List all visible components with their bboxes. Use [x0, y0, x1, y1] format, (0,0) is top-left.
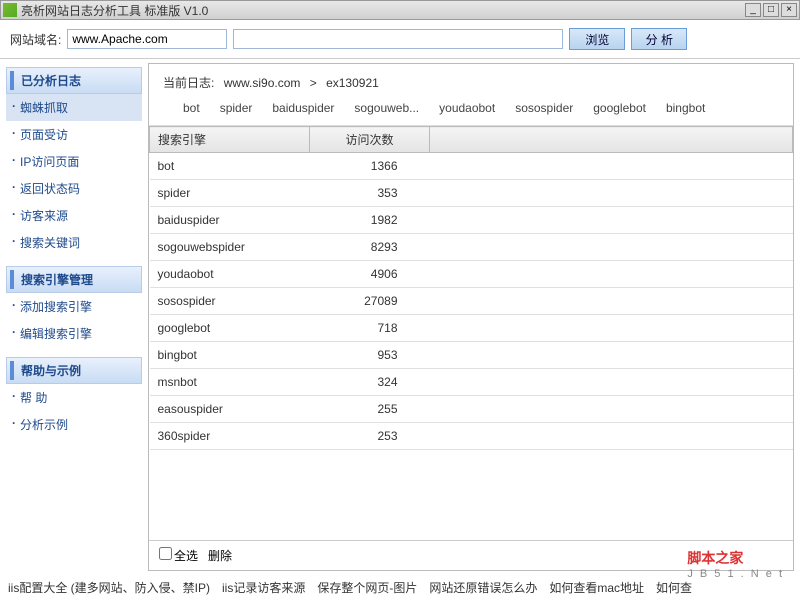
count-cell: 1366: [310, 153, 430, 180]
app-icon: [3, 3, 17, 17]
bot-filter-row: bot spider baiduspider sogouweb... youdaobot…: [163, 101, 779, 115]
titlebar: 亮析网站日志分析工具 标准版 V1.0 _ □ ×: [0, 0, 800, 20]
column-header[interactable]: 搜索引擎: [150, 127, 310, 153]
minimize-button[interactable]: _: [745, 3, 761, 17]
engine-cell: baiduspider: [150, 207, 310, 234]
table-row[interactable]: googlebot718: [150, 315, 793, 342]
column-header[interactable]: [430, 127, 793, 153]
count-cell: 1982: [310, 207, 430, 234]
table-row[interactable]: msnbot324: [150, 369, 793, 396]
bot-filter[interactable]: bingbot: [666, 101, 705, 115]
engine-cell: easouspider: [150, 396, 310, 423]
count-cell: 255: [310, 396, 430, 423]
breadcrumb-sep: >: [310, 76, 317, 90]
current-log-file: ex130921: [326, 76, 379, 90]
sidebar-item[interactable]: 添加搜索引擎: [6, 293, 142, 320]
engine-cell: bingbot: [150, 342, 310, 369]
browse-button[interactable]: 浏览: [569, 28, 625, 50]
count-cell: 353: [310, 180, 430, 207]
footer-link[interactable]: iis记录访客来源: [222, 579, 305, 596]
sidebar-item[interactable]: 页面受访: [6, 121, 142, 148]
engine-cell: sogouwebspider: [150, 234, 310, 261]
bottom-links: iis配置大全 (建多网站、防入侵、禁IP) iis记录访客来源保存整个网页-图片…: [8, 579, 792, 596]
footer-link[interactable]: 保存整个网页-图片: [317, 579, 417, 596]
footer-link[interactable]: 网站还原错误怎么办: [429, 579, 537, 596]
engine-cell: spider: [150, 180, 310, 207]
domain-label: 网站域名:: [10, 31, 61, 48]
sidebar-item[interactable]: 访客来源: [6, 202, 142, 229]
count-cell: 8293: [310, 234, 430, 261]
column-header[interactable]: 访问次数: [310, 127, 430, 153]
bot-filter[interactable]: sogouweb...: [354, 101, 419, 115]
sidebar-item[interactable]: 分析示例: [6, 411, 142, 438]
sidebar-section-header[interactable]: 帮助与示例: [6, 357, 142, 384]
sidebar-item[interactable]: IP访问页面: [6, 148, 142, 175]
table-row[interactable]: easouspider255: [150, 396, 793, 423]
window-title: 亮析网站日志分析工具 标准版 V1.0: [21, 2, 743, 19]
count-cell: 718: [310, 315, 430, 342]
count-cell: 324: [310, 369, 430, 396]
content-header: 当前日志: www.si9o.com > ex130921 botspiderb…: [149, 64, 793, 126]
results-table: 搜索引擎访问次数 bot1366spider353baiduspider1982…: [149, 126, 793, 450]
table-row[interactable]: sogouwebspider8293: [150, 234, 793, 261]
current-log-domain: www.si9o.com: [224, 76, 301, 90]
sidebar-item[interactable]: 编辑搜索引擎: [6, 320, 142, 347]
bot-filter[interactable]: sosospider: [515, 101, 573, 115]
bot-filter[interactable]: spider: [220, 101, 253, 115]
count-cell: 953: [310, 342, 430, 369]
sidebar: 已分析日志蜘蛛抓取页面受访IP访问页面返回状态码访客来源搜索关键词搜索引擎管理添…: [0, 59, 148, 571]
count-cell: 253: [310, 423, 430, 450]
delete-link[interactable]: 删除: [208, 547, 232, 564]
watermark: 脚本之家 J B 5 1 . N e t: [687, 548, 784, 580]
close-button[interactable]: ×: [781, 3, 797, 17]
sidebar-item[interactable]: 帮 助: [6, 384, 142, 411]
engine-cell: bot: [150, 153, 310, 180]
toolbar: 网站域名: 浏览 分 析: [0, 20, 800, 59]
bot-filter[interactable]: bot: [183, 101, 200, 115]
sidebar-section-header[interactable]: 已分析日志: [6, 67, 142, 94]
sidebar-item[interactable]: 蜘蛛抓取: [6, 94, 142, 121]
table-row[interactable]: sosospider27089: [150, 288, 793, 315]
engine-cell: googlebot: [150, 315, 310, 342]
footer-link[interactable]: iis配置大全 (建多网站、防入侵、禁IP): [8, 579, 210, 596]
count-cell: 27089: [310, 288, 430, 315]
table-row[interactable]: baiduspider1982: [150, 207, 793, 234]
selectall-label[interactable]: 全选: [159, 547, 198, 564]
table-row[interactable]: bingbot953: [150, 342, 793, 369]
engine-cell: 360spider: [150, 423, 310, 450]
domain-input[interactable]: [67, 29, 227, 49]
sidebar-section-header[interactable]: 搜索引擎管理: [6, 266, 142, 293]
bot-filter[interactable]: googlebot: [593, 101, 646, 115]
table-row[interactable]: youdaobot4906: [150, 261, 793, 288]
sidebar-item[interactable]: 搜索关键词: [6, 229, 142, 256]
footer-link[interactable]: 如何查看mac地址: [549, 579, 644, 596]
logpath-input[interactable]: [233, 29, 563, 49]
maximize-button[interactable]: □: [763, 3, 779, 17]
bot-filter[interactable]: youdaobot: [439, 101, 495, 115]
bot-filter[interactable]: baiduspider: [272, 101, 334, 115]
current-log-label: 当前日志:: [163, 76, 214, 90]
engine-cell: msnbot: [150, 369, 310, 396]
table-row[interactable]: 360spider253: [150, 423, 793, 450]
selectall-checkbox[interactable]: [159, 547, 172, 560]
table-row[interactable]: spider353: [150, 180, 793, 207]
analyze-button[interactable]: 分 析: [631, 28, 687, 50]
footer-link[interactable]: 如何查: [656, 579, 692, 596]
count-cell: 4906: [310, 261, 430, 288]
engine-cell: youdaobot: [150, 261, 310, 288]
engine-cell: sosospider: [150, 288, 310, 315]
sidebar-item[interactable]: 返回状态码: [6, 175, 142, 202]
content-panel: 当前日志: www.si9o.com > ex130921 botspiderb…: [148, 63, 794, 571]
table-row[interactable]: bot1366: [150, 153, 793, 180]
